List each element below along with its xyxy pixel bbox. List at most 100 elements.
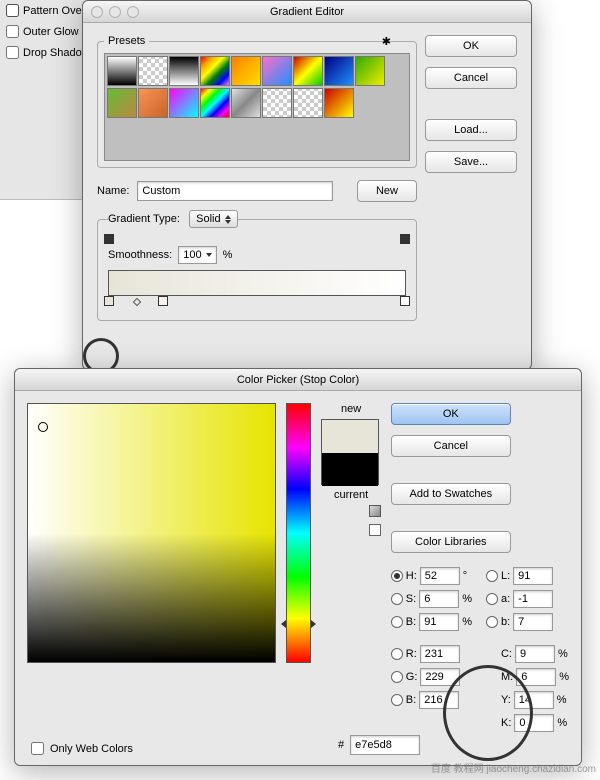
preset-swatch[interactable]	[293, 88, 323, 118]
preset-swatch[interactable]	[107, 88, 137, 118]
r-input[interactable]: 231	[420, 645, 460, 663]
a-label: a:	[501, 593, 510, 605]
gradient-type-select[interactable]: Solid	[189, 210, 237, 228]
add-to-swatches-button[interactable]: Add to Swatches	[391, 483, 511, 505]
gradient-editor-dialog: Gradient Editor Presets ✱	[82, 0, 532, 370]
color-field-marker[interactable]	[38, 422, 48, 432]
cube-icon[interactable]	[369, 505, 381, 517]
b-lab-input[interactable]: 7	[513, 613, 553, 631]
gradient-type-fieldset: Gradient Type: Solid Smoothness: 100 %	[97, 210, 417, 321]
ok-button[interactable]: OK	[425, 35, 517, 57]
preset-swatch[interactable]	[138, 88, 168, 118]
b-hsv-label: B:	[406, 616, 416, 628]
cancel-button[interactable]: Cancel	[391, 435, 511, 457]
hue-arrow-left-icon[interactable]	[281, 620, 286, 628]
presets-label: Presets	[104, 35, 149, 47]
preset-swatch[interactable]	[324, 88, 354, 118]
h-label: H:	[406, 570, 417, 582]
new-current-group: new current	[321, 403, 380, 732]
r-radio[interactable]	[391, 648, 403, 660]
preset-swatch[interactable]	[200, 56, 230, 86]
preset-well[interactable]	[104, 53, 410, 161]
g-label: G:	[406, 671, 418, 683]
preset-swatch[interactable]	[107, 56, 137, 86]
preset-swatch[interactable]	[293, 56, 323, 86]
color-picker-titlebar[interactable]: Color Picker (Stop Color)	[15, 369, 581, 391]
smoothness-label: Smoothness:	[108, 249, 172, 261]
color-stop-mid[interactable]	[158, 296, 168, 306]
opacity-stop-left[interactable]	[104, 234, 114, 244]
presets-fieldset: Presets ✱	[97, 35, 417, 168]
opacity-stop-right[interactable]	[400, 234, 410, 244]
hue-slider[interactable]	[286, 403, 311, 663]
color-libraries-button[interactable]: Color Libraries	[391, 531, 511, 553]
l-input[interactable]: 91	[513, 567, 553, 585]
gradient-editor-titlebar[interactable]: Gradient Editor	[83, 1, 531, 23]
preset-swatch[interactable]	[169, 56, 199, 86]
color-picker-title: Color Picker (Stop Color)	[237, 374, 359, 386]
outer-glow-checkbox[interactable]	[6, 25, 19, 38]
a-radio[interactable]	[486, 593, 498, 605]
midpoint-handle[interactable]	[133, 298, 141, 306]
preset-swatch[interactable]	[231, 56, 261, 86]
warning-swatch-icon[interactable]	[369, 524, 381, 536]
b-rgb-radio[interactable]	[391, 694, 403, 706]
outer-glow-label: Outer Glow	[23, 26, 79, 38]
save-button[interactable]: Save...	[425, 151, 517, 173]
a-input[interactable]: -1	[513, 590, 553, 608]
only-web-colors-label: Only Web Colors	[50, 743, 133, 755]
g-radio[interactable]	[391, 671, 403, 683]
load-button[interactable]: Load...	[425, 119, 517, 141]
hash-label: #	[338, 739, 344, 751]
preset-swatch[interactable]	[200, 88, 230, 118]
b-hsv-radio[interactable]	[391, 616, 403, 628]
zoom-icon[interactable]	[127, 6, 139, 18]
hue-arrow-right-icon[interactable]	[311, 620, 316, 628]
only-web-colors-checkbox[interactable]	[31, 742, 44, 755]
b-lab-radio[interactable]	[486, 616, 498, 628]
new-current-swatch[interactable]	[321, 419, 379, 485]
l-label: L:	[501, 570, 510, 582]
preset-swatch[interactable]	[262, 88, 292, 118]
drop-shadow-label: Drop Shadow	[23, 47, 90, 59]
h-radio[interactable]	[391, 570, 403, 582]
hex-input[interactable]: e7e5d8	[350, 735, 420, 755]
b-hsv-input[interactable]: 91	[419, 613, 459, 631]
c-input[interactable]: 9	[515, 645, 555, 663]
preset-swatch[interactable]	[324, 56, 354, 86]
s-label: S:	[406, 593, 416, 605]
new-label: new	[321, 403, 380, 415]
preset-swatch[interactable]	[262, 56, 292, 86]
name-input[interactable]: Custom	[137, 181, 333, 201]
close-icon[interactable]	[91, 6, 103, 18]
gear-icon[interactable]: ✱	[382, 35, 391, 48]
color-stop-left[interactable]	[104, 296, 114, 306]
chevron-down-icon	[206, 253, 212, 257]
name-label: Name:	[97, 185, 129, 197]
preset-swatch[interactable]	[169, 88, 199, 118]
smoothness-input[interactable]: 100	[178, 246, 216, 264]
s-input[interactable]: 6	[419, 590, 459, 608]
drop-shadow-checkbox[interactable]	[6, 46, 19, 59]
r-label: R:	[406, 648, 417, 660]
ok-button[interactable]: OK	[391, 403, 511, 425]
color-field[interactable]	[27, 403, 276, 663]
preset-swatch[interactable]	[355, 56, 385, 86]
pattern-overlay-checkbox[interactable]	[6, 4, 19, 17]
color-stop-right[interactable]	[400, 296, 410, 306]
watermark: 百度 教程网 jiaocheng.chazidian.com	[431, 764, 596, 776]
l-radio[interactable]	[486, 570, 498, 582]
b-rgb-label: B:	[406, 694, 416, 706]
preset-swatch[interactable]	[231, 88, 261, 118]
h-input[interactable]: 52	[420, 567, 460, 585]
gradient-type-label: Gradient Type:	[108, 213, 180, 225]
s-radio[interactable]	[391, 593, 403, 605]
chevron-down-icon	[225, 220, 231, 224]
new-button[interactable]: New	[357, 180, 417, 202]
gradient-preview[interactable]	[108, 270, 406, 296]
minimize-icon[interactable]	[109, 6, 121, 18]
b-lab-label: b:	[501, 616, 510, 628]
c-label: C:	[501, 648, 512, 660]
preset-swatch[interactable]	[138, 56, 168, 86]
cancel-button[interactable]: Cancel	[425, 67, 517, 89]
